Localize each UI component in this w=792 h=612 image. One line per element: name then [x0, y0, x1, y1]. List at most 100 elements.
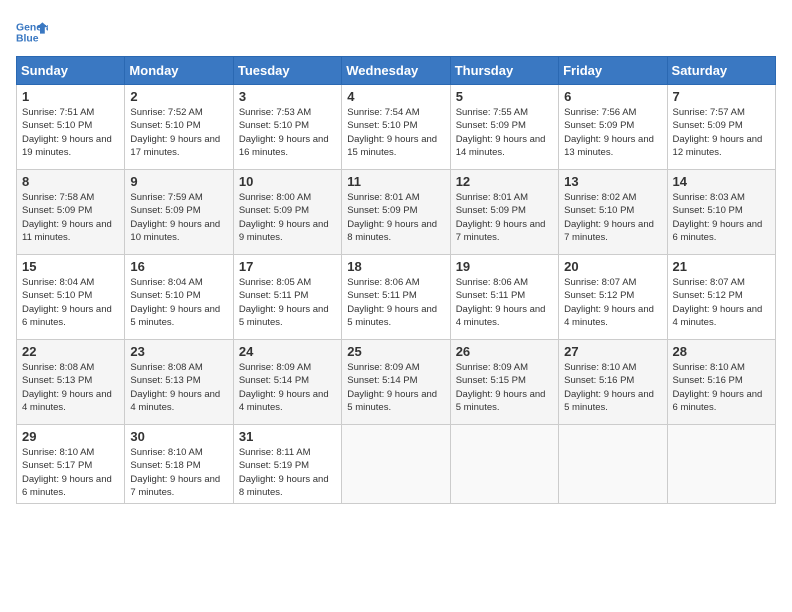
calendar-cell: 29 Sunrise: 8:10 AMSunset: 5:17 PMDaylig… — [17, 425, 125, 504]
calendar-cell: 18 Sunrise: 8:06 AMSunset: 5:11 PMDaylig… — [342, 255, 450, 340]
calendar-cell: 16 Sunrise: 8:04 AMSunset: 5:10 PMDaylig… — [125, 255, 233, 340]
day-number: 25 — [347, 344, 444, 359]
calendar-cell — [667, 425, 775, 504]
day-header-thursday: Thursday — [450, 57, 558, 85]
day-info: Sunrise: 8:07 AMSunset: 5:12 PMDaylight:… — [564, 277, 654, 328]
calendar-cell — [559, 425, 667, 504]
day-number: 13 — [564, 174, 661, 189]
day-number: 14 — [673, 174, 770, 189]
page-header: General Blue — [16, 16, 776, 48]
day-info: Sunrise: 8:01 AMSunset: 5:09 PMDaylight:… — [456, 192, 546, 243]
svg-text:Blue: Blue — [16, 34, 39, 45]
day-number: 12 — [456, 174, 553, 189]
calendar-cell: 13 Sunrise: 8:02 AMSunset: 5:10 PMDaylig… — [559, 170, 667, 255]
day-number: 19 — [456, 259, 553, 274]
day-number: 16 — [130, 259, 227, 274]
calendar-cell: 2 Sunrise: 7:52 AMSunset: 5:10 PMDayligh… — [125, 85, 233, 170]
day-info: Sunrise: 8:01 AMSunset: 5:09 PMDaylight:… — [347, 192, 437, 243]
logo-icon: General Blue — [16, 16, 48, 48]
day-header-friday: Friday — [559, 57, 667, 85]
calendar-cell: 26 Sunrise: 8:09 AMSunset: 5:15 PMDaylig… — [450, 340, 558, 425]
day-number: 17 — [239, 259, 336, 274]
calendar-cell: 12 Sunrise: 8:01 AMSunset: 5:09 PMDaylig… — [450, 170, 558, 255]
day-info: Sunrise: 7:54 AMSunset: 5:10 PMDaylight:… — [347, 107, 437, 158]
day-number: 10 — [239, 174, 336, 189]
day-info: Sunrise: 8:10 AMSunset: 5:18 PMDaylight:… — [130, 447, 220, 498]
day-info: Sunrise: 7:55 AMSunset: 5:09 PMDaylight:… — [456, 107, 546, 158]
day-number: 26 — [456, 344, 553, 359]
day-info: Sunrise: 8:09 AMSunset: 5:14 PMDaylight:… — [239, 362, 329, 413]
day-info: Sunrise: 8:10 AMSunset: 5:16 PMDaylight:… — [564, 362, 654, 413]
day-number: 7 — [673, 89, 770, 104]
day-number: 9 — [130, 174, 227, 189]
day-info: Sunrise: 7:59 AMSunset: 5:09 PMDaylight:… — [130, 192, 220, 243]
calendar-cell: 22 Sunrise: 8:08 AMSunset: 5:13 PMDaylig… — [17, 340, 125, 425]
calendar-cell — [342, 425, 450, 504]
day-number: 1 — [22, 89, 119, 104]
day-info: Sunrise: 7:56 AMSunset: 5:09 PMDaylight:… — [564, 107, 654, 158]
day-info: Sunrise: 8:09 AMSunset: 5:14 PMDaylight:… — [347, 362, 437, 413]
calendar-cell — [450, 425, 558, 504]
day-number: 15 — [22, 259, 119, 274]
day-header-monday: Monday — [125, 57, 233, 85]
calendar-cell: 15 Sunrise: 8:04 AMSunset: 5:10 PMDaylig… — [17, 255, 125, 340]
day-number: 30 — [130, 429, 227, 444]
day-info: Sunrise: 8:06 AMSunset: 5:11 PMDaylight:… — [347, 277, 437, 328]
calendar-cell: 7 Sunrise: 7:57 AMSunset: 5:09 PMDayligh… — [667, 85, 775, 170]
day-number: 28 — [673, 344, 770, 359]
day-info: Sunrise: 7:57 AMSunset: 5:09 PMDaylight:… — [673, 107, 763, 158]
day-info: Sunrise: 8:08 AMSunset: 5:13 PMDaylight:… — [22, 362, 112, 413]
day-header-saturday: Saturday — [667, 57, 775, 85]
day-number: 27 — [564, 344, 661, 359]
calendar-cell: 1 Sunrise: 7:51 AMSunset: 5:10 PMDayligh… — [17, 85, 125, 170]
day-info: Sunrise: 8:06 AMSunset: 5:11 PMDaylight:… — [456, 277, 546, 328]
calendar-cell: 3 Sunrise: 7:53 AMSunset: 5:10 PMDayligh… — [233, 85, 341, 170]
day-info: Sunrise: 8:10 AMSunset: 5:16 PMDaylight:… — [673, 362, 763, 413]
calendar-cell: 8 Sunrise: 7:58 AMSunset: 5:09 PMDayligh… — [17, 170, 125, 255]
day-number: 24 — [239, 344, 336, 359]
day-info: Sunrise: 7:53 AMSunset: 5:10 PMDaylight:… — [239, 107, 329, 158]
calendar-cell: 10 Sunrise: 8:00 AMSunset: 5:09 PMDaylig… — [233, 170, 341, 255]
calendar-cell: 27 Sunrise: 8:10 AMSunset: 5:16 PMDaylig… — [559, 340, 667, 425]
day-header-sunday: Sunday — [17, 57, 125, 85]
day-info: Sunrise: 8:09 AMSunset: 5:15 PMDaylight:… — [456, 362, 546, 413]
day-info: Sunrise: 8:02 AMSunset: 5:10 PMDaylight:… — [564, 192, 654, 243]
calendar-cell: 6 Sunrise: 7:56 AMSunset: 5:09 PMDayligh… — [559, 85, 667, 170]
day-info: Sunrise: 8:03 AMSunset: 5:10 PMDaylight:… — [673, 192, 763, 243]
day-info: Sunrise: 8:11 AMSunset: 5:19 PMDaylight:… — [239, 447, 329, 498]
calendar-cell: 31 Sunrise: 8:11 AMSunset: 5:19 PMDaylig… — [233, 425, 341, 504]
calendar-cell: 28 Sunrise: 8:10 AMSunset: 5:16 PMDaylig… — [667, 340, 775, 425]
day-info: Sunrise: 8:05 AMSunset: 5:11 PMDaylight:… — [239, 277, 329, 328]
day-info: Sunrise: 8:00 AMSunset: 5:09 PMDaylight:… — [239, 192, 329, 243]
day-info: Sunrise: 7:51 AMSunset: 5:10 PMDaylight:… — [22, 107, 112, 158]
calendar-cell: 19 Sunrise: 8:06 AMSunset: 5:11 PMDaylig… — [450, 255, 558, 340]
day-number: 21 — [673, 259, 770, 274]
day-number: 8 — [22, 174, 119, 189]
day-info: Sunrise: 8:08 AMSunset: 5:13 PMDaylight:… — [130, 362, 220, 413]
day-info: Sunrise: 8:10 AMSunset: 5:17 PMDaylight:… — [22, 447, 112, 498]
day-header-tuesday: Tuesday — [233, 57, 341, 85]
day-info: Sunrise: 7:52 AMSunset: 5:10 PMDaylight:… — [130, 107, 220, 158]
day-number: 22 — [22, 344, 119, 359]
calendar-cell: 23 Sunrise: 8:08 AMSunset: 5:13 PMDaylig… — [125, 340, 233, 425]
day-info: Sunrise: 8:04 AMSunset: 5:10 PMDaylight:… — [130, 277, 220, 328]
calendar-table: SundayMondayTuesdayWednesdayThursdayFrid… — [16, 56, 776, 504]
calendar-cell: 24 Sunrise: 8:09 AMSunset: 5:14 PMDaylig… — [233, 340, 341, 425]
calendar-cell: 11 Sunrise: 8:01 AMSunset: 5:09 PMDaylig… — [342, 170, 450, 255]
calendar-cell: 9 Sunrise: 7:59 AMSunset: 5:09 PMDayligh… — [125, 170, 233, 255]
day-header-wednesday: Wednesday — [342, 57, 450, 85]
day-number: 2 — [130, 89, 227, 104]
day-number: 11 — [347, 174, 444, 189]
calendar-cell: 21 Sunrise: 8:07 AMSunset: 5:12 PMDaylig… — [667, 255, 775, 340]
calendar-cell: 30 Sunrise: 8:10 AMSunset: 5:18 PMDaylig… — [125, 425, 233, 504]
calendar-cell: 5 Sunrise: 7:55 AMSunset: 5:09 PMDayligh… — [450, 85, 558, 170]
calendar-cell: 25 Sunrise: 8:09 AMSunset: 5:14 PMDaylig… — [342, 340, 450, 425]
day-number: 31 — [239, 429, 336, 444]
calendar-cell: 20 Sunrise: 8:07 AMSunset: 5:12 PMDaylig… — [559, 255, 667, 340]
calendar-header: SundayMondayTuesdayWednesdayThursdayFrid… — [17, 57, 776, 85]
day-info: Sunrise: 8:07 AMSunset: 5:12 PMDaylight:… — [673, 277, 763, 328]
day-number: 3 — [239, 89, 336, 104]
logo: General Blue — [16, 16, 48, 48]
day-number: 4 — [347, 89, 444, 104]
calendar-cell: 14 Sunrise: 8:03 AMSunset: 5:10 PMDaylig… — [667, 170, 775, 255]
